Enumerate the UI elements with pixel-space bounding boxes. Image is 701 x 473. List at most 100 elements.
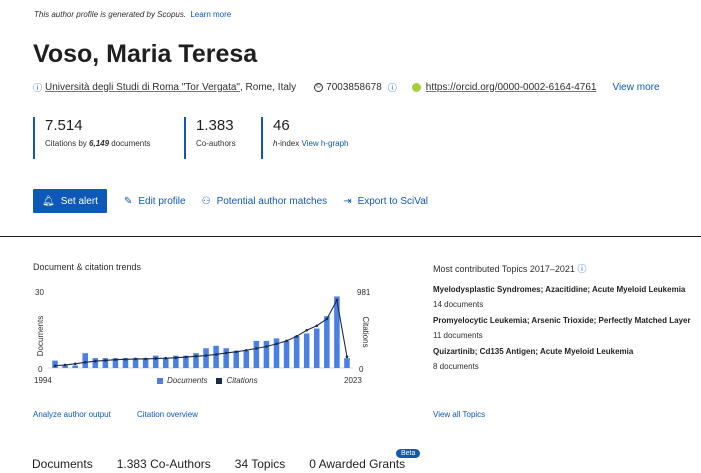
citations-point-1999[interactable]	[104, 359, 107, 362]
topic-doc-count: 14 documents	[433, 300, 484, 309]
set-alert-button[interactable]: 🔔︎ Set alert	[33, 189, 107, 213]
citations-point-1997[interactable]	[83, 361, 87, 364]
topics-info-icon[interactable]: ⓘ	[577, 264, 586, 274]
documents-bar-2009[interactable]	[203, 348, 209, 368]
citations-point-2022[interactable]	[335, 298, 339, 302]
topic-doc-count: 11 documents	[433, 331, 483, 340]
analyze-output-link[interactable]: Analyze author output	[33, 410, 111, 419]
tab-topics[interactable]: 34 Topics	[235, 457, 285, 471]
documents-bar-2015[interactable]	[263, 340, 270, 368]
topics-title: Most contributed Topics 2017–2021 ⓘ	[433, 264, 587, 274]
citations-point-2005[interactable]	[164, 356, 168, 360]
coauthors-label: Co-authors	[196, 139, 236, 148]
citations-point-2004[interactable]	[154, 357, 157, 360]
y-right-axis-label: Citations	[361, 316, 370, 347]
x-start-label: 1994	[34, 376, 52, 385]
learn-more-link[interactable]: Learn more	[190, 10, 231, 19]
potential-matches-button[interactable]: ⚇ Potential author matches	[202, 196, 328, 207]
citations-point-2003[interactable]	[144, 357, 147, 361]
h-index-label: h-index View h-graph	[273, 139, 349, 148]
citations-point-1996[interactable]	[73, 362, 77, 366]
citations-point-2006[interactable]	[174, 356, 178, 360]
citations-point-2009[interactable]	[204, 354, 208, 357]
documents-bar-2021[interactable]	[324, 316, 330, 368]
documents-bar-1996[interactable]	[72, 365, 78, 368]
y-left-max-label: 30	[35, 288, 44, 297]
tab-coauthors[interactable]: 1.383 Co-Authors	[117, 457, 211, 471]
documents-bar-2005[interactable]	[163, 358, 169, 368]
view-h-graph-link[interactable]: View h-graph	[301, 139, 348, 148]
citations-point-2013[interactable]	[245, 348, 248, 352]
topic-name: Myelodysplastic Syndromes; Azacitidine; …	[433, 285, 686, 294]
chart-legend: Documents Citations	[157, 376, 258, 385]
info-icon[interactable]: ⓘ	[33, 81, 42, 94]
citations-point-2001[interactable]	[124, 358, 127, 361]
topic-item[interactable]: Myelodysplastic Syndromes; Azacitidine; …	[433, 285, 701, 309]
citations-point-2017[interactable]	[285, 339, 288, 343]
y-right-min-label: 0	[359, 365, 364, 374]
topic-item[interactable]: Promyelocytic Leukemia; Arsenic Trioxide…	[433, 316, 701, 340]
citations-point-1998[interactable]	[94, 359, 97, 363]
scopus-id-info-icon[interactable]: ⓘ	[388, 81, 397, 94]
trends-chart: 30 0 981 0 Documents Citations 1994 2023	[34, 288, 371, 385]
documents-bar-2013[interactable]	[243, 350, 250, 368]
citations-metric: 7.514 Citations by 6,149 documents	[33, 117, 184, 159]
view-more-link[interactable]: View more	[612, 82, 659, 93]
trends-title: Document & citation trends	[33, 262, 142, 272]
citations-point-2007[interactable]	[184, 355, 188, 359]
citations-point-2000[interactable]	[114, 358, 117, 361]
documents-bar-2017[interactable]	[283, 340, 290, 368]
export-icon: ⇥	[343, 195, 352, 207]
documents-bar-2011[interactable]	[223, 348, 229, 368]
citations-point-2002[interactable]	[134, 357, 137, 361]
tab-awarded-grants[interactable]: 0 Awarded Grants	[309, 457, 405, 471]
y-left-min-label: 0	[38, 365, 43, 374]
documents-bar-2019[interactable]	[303, 333, 310, 368]
citations-point-2014[interactable]	[255, 347, 258, 350]
documents-bar-2020[interactable]	[314, 328, 320, 368]
topics-list: Myelodysplastic Syndromes; Azacitidine; …	[433, 285, 701, 378]
citations-point-1994[interactable]	[53, 364, 57, 368]
citations-point-2021[interactable]	[325, 317, 329, 321]
orcid-link[interactable]: https://orcid.org/0000-0002-6164-4761	[426, 82, 597, 93]
topic-name: Promyelocytic Leukemia; Arsenic Trioxide…	[433, 316, 691, 325]
potential-matches-label: Potential author matches	[216, 195, 328, 207]
affiliation-link[interactable]: Università degli Studi di Roma "Tor Verg…	[45, 82, 240, 93]
citations-point-2018[interactable]	[295, 335, 298, 338]
citations-point-2008[interactable]	[194, 355, 198, 358]
documents-bar-1997[interactable]	[82, 353, 89, 368]
tab-documents[interactable]: Documents	[32, 457, 93, 471]
notice-text: This author profile is generated by Scop…	[34, 10, 187, 19]
documents-bar-2023[interactable]	[344, 358, 350, 368]
scopus-notice: This author profile is generated by Scop…	[34, 10, 231, 19]
pencil-icon: ✎	[123, 195, 133, 207]
citations-point-2020[interactable]	[315, 324, 319, 328]
citations-point-2019[interactable]	[305, 328, 309, 332]
citations-point-2011[interactable]	[224, 351, 228, 355]
documents-bar-2022[interactable]	[334, 296, 340, 368]
citations-point-2015[interactable]	[265, 345, 268, 348]
documents-bar-1998[interactable]	[92, 358, 99, 368]
view-all-topics-link[interactable]: View all Topics	[433, 410, 485, 419]
citations-point-2010[interactable]	[214, 353, 218, 356]
scopus-id-icon: ©	[314, 82, 324, 92]
topic-name: Quizartinib; Cd135 Antigen; Acute Myeloi…	[433, 347, 634, 356]
author-name: Voso, Maria Teresa	[33, 40, 258, 68]
export-scival-button[interactable]: ⇥ Export to SciVal	[343, 196, 428, 207]
citations-line	[54, 298, 348, 367]
coauthors-metric[interactable]: 1.383 Co-authors	[184, 117, 261, 159]
citations-point-1995[interactable]	[63, 363, 67, 367]
citations-point-2016[interactable]	[275, 342, 278, 346]
edit-profile-button[interactable]: ✎ Edit profile	[124, 196, 186, 207]
citations-count: 7.514	[45, 117, 83, 134]
topic-item[interactable]: Quizartinib; Cd135 Antigen; Acute Myeloi…	[433, 347, 701, 371]
documents-bar-2014[interactable]	[253, 340, 260, 368]
citations-point-2023[interactable]	[345, 355, 349, 358]
documents-bar-2010[interactable]	[213, 345, 219, 368]
scopus-id: 7003858678	[326, 81, 382, 93]
documents-bar-2018[interactable]	[293, 335, 300, 368]
citations-point-2012[interactable]	[234, 350, 238, 354]
documents-bar-2012[interactable]	[233, 350, 239, 368]
citation-overview-link[interactable]: Citation overview	[137, 410, 198, 419]
location-text: , Rome, Italy	[240, 81, 297, 93]
